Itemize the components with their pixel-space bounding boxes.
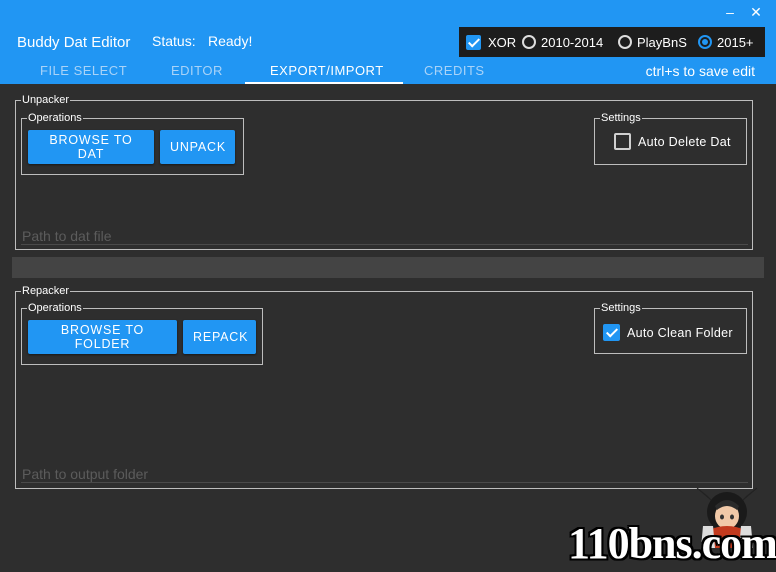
settings-legend: Settings: [601, 302, 641, 314]
status-value: Ready!: [208, 33, 253, 49]
radio-playbns[interactable]: PlayBnS: [618, 31, 687, 53]
auto-delete-dat-checkbox[interactable]: Auto Delete Dat: [614, 133, 731, 150]
repack-button[interactable]: REPACK: [183, 320, 256, 354]
tab-credits[interactable]: CREDITS: [424, 63, 485, 78]
xor-label: XOR: [488, 34, 517, 50]
browse-to-folder-button[interactable]: BROWSE TO FOLDER: [28, 320, 177, 354]
browse-to-dat-button[interactable]: BROWSE TO DAT: [28, 130, 154, 164]
auto-clean-folder-label: Auto Clean Folder: [627, 325, 733, 340]
operations-legend: Operations: [28, 112, 82, 124]
radio-unselected-icon: [618, 35, 632, 49]
watermark-text: 110bns.com: [568, 519, 776, 568]
radio-label: 2010-2014: [541, 34, 604, 50]
unpack-button[interactable]: UNPACK: [160, 130, 235, 164]
xor-checkbox[interactable]: XOR: [466, 31, 516, 53]
unpacker-legend: Unpacker: [22, 94, 70, 106]
minimize-button[interactable]: –: [720, 2, 740, 22]
status-label: Status:: [152, 33, 196, 49]
tab-editor[interactable]: EDITOR: [171, 63, 223, 78]
radio-label: 2015+: [717, 34, 754, 50]
tab-export-import[interactable]: EXPORT/IMPORT: [270, 63, 384, 78]
checkbox-checked-icon: [466, 34, 481, 50]
radio-2010-2014[interactable]: 2010-2014: [522, 31, 603, 53]
app-title: Buddy Dat Editor: [17, 34, 131, 51]
settings-legend: Settings: [601, 112, 641, 124]
active-tab-indicator: [245, 82, 403, 84]
radio-2015-plus[interactable]: 2015+: [698, 31, 754, 53]
radio-selected-icon: [698, 35, 712, 49]
checkbox-checked-icon: [603, 324, 620, 341]
output-folder-path-input[interactable]: [21, 465, 748, 483]
version-options-bar: XOR 2010-2014 PlayBnS 2015+: [459, 27, 765, 57]
app-header: Buddy Dat Editor Status: Ready! XOR 2010…: [0, 24, 776, 84]
save-hint: ctrl+s to save edit: [645, 63, 755, 79]
auto-clean-folder-checkbox[interactable]: Auto Clean Folder: [603, 324, 733, 341]
close-button[interactable]: ✕: [746, 2, 766, 22]
radio-unselected-icon: [522, 35, 536, 49]
tab-file-select[interactable]: FILE SELECT: [40, 63, 127, 78]
radio-label: PlayBnS: [637, 34, 687, 50]
dat-path-input[interactable]: [21, 227, 748, 245]
auto-delete-dat-label: Auto Delete Dat: [638, 134, 731, 149]
repacker-legend: Repacker: [22, 285, 70, 297]
window-titlebar: – ✕: [0, 0, 776, 24]
section-divider: [12, 257, 764, 278]
checkbox-unchecked-icon: [614, 133, 631, 150]
operations-legend: Operations: [28, 302, 82, 314]
